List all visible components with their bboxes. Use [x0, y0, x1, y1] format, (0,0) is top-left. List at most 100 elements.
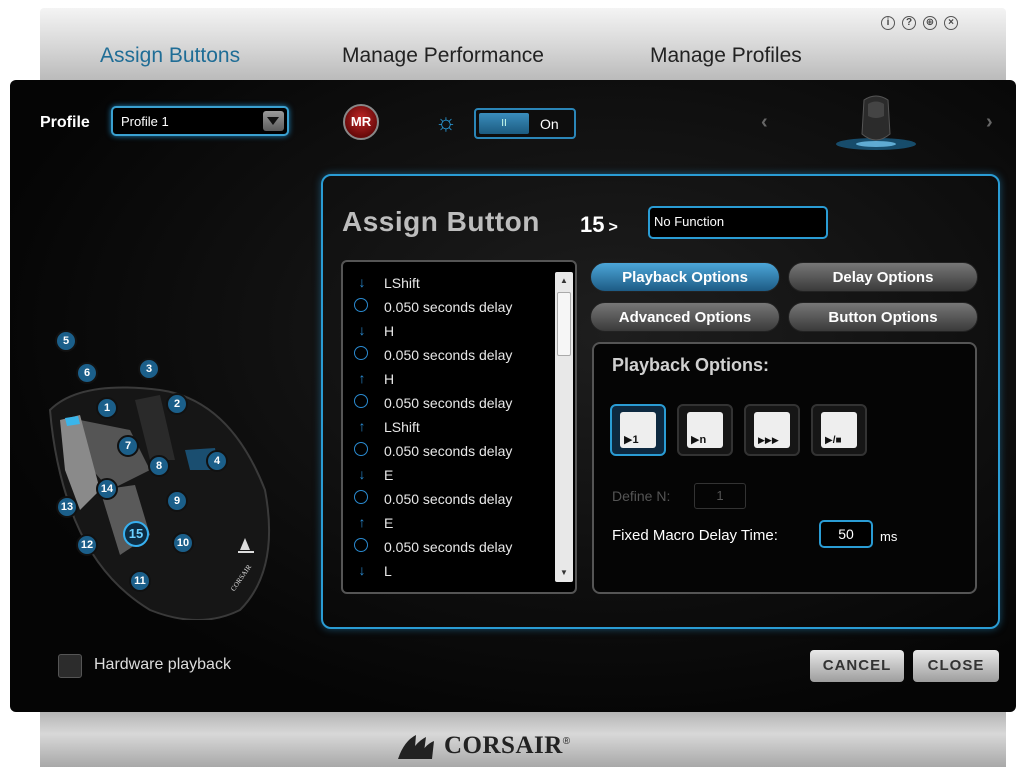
- macro-step-text: L: [384, 563, 392, 579]
- mouse-button-1[interactable]: 1: [96, 397, 118, 419]
- toggle-play-stop-label: ▶/■: [825, 435, 842, 446]
- list-item[interactable]: 0.050 seconds delay: [343, 536, 557, 560]
- profile-value: Profile 1: [121, 114, 169, 129]
- list-item[interactable]: 0.050 seconds delay: [343, 440, 557, 464]
- key-down-icon: ↓: [358, 274, 366, 290]
- mouse-button-3[interactable]: 3: [138, 358, 160, 380]
- mouse-button-14[interactable]: 14: [96, 478, 118, 500]
- list-item[interactable]: ↑ LShift: [343, 416, 557, 440]
- assign-function-value: No Function: [654, 214, 725, 229]
- list-item[interactable]: ↓ LShift: [343, 272, 557, 296]
- macro-list-scrollbar[interactable]: ▲ ▼: [555, 272, 573, 582]
- list-item[interactable]: 0.050 seconds delay: [343, 392, 557, 416]
- macro-step-list[interactable]: ↓ LShift 0.050 seconds delay ↓ H 0.050 s…: [341, 260, 577, 594]
- macro-step-text: 0.050 seconds delay: [384, 491, 513, 507]
- macro-record-button[interactable]: MR: [343, 104, 379, 140]
- toggle-play-stop-icon[interactable]: ▶/■: [811, 404, 867, 456]
- lighting-icon: ☼: [435, 109, 457, 136]
- define-n-label: Define N:: [612, 488, 671, 504]
- mouse-button-4[interactable]: 4: [206, 450, 228, 472]
- delay-options-button[interactable]: Delay Options: [788, 262, 978, 292]
- profile-dropdown[interactable]: Profile 1: [111, 106, 289, 136]
- close-button[interactable]: CLOSE: [913, 650, 999, 682]
- clock-icon: [354, 394, 368, 408]
- toggle-play-stop-glyph: ▶/■: [821, 412, 857, 448]
- assign-number-value: 15: [580, 212, 605, 237]
- mouse-button-2[interactable]: 2: [166, 393, 188, 415]
- macro-step-text: LShift: [384, 419, 420, 435]
- list-item[interactable]: 0.050 seconds delay: [343, 488, 557, 512]
- playback-options-button[interactable]: Playback Options: [590, 262, 780, 292]
- key-down-icon: ↓: [358, 322, 366, 338]
- assign-title: Assign Button: [342, 206, 540, 237]
- profile-label: Profile: [40, 114, 90, 131]
- mouse-button-10[interactable]: 10: [172, 532, 194, 554]
- repeat-while-held-icon[interactable]: ▶▶▶: [744, 404, 800, 456]
- corsair-logo: CORSAIR ®: [396, 728, 596, 764]
- playback-options-panel: [592, 342, 977, 594]
- mouse-button-9[interactable]: 9: [166, 490, 188, 512]
- list-item[interactable]: ↓ L: [343, 560, 557, 584]
- list-item[interactable]: 0.050 seconds delay: [343, 344, 557, 368]
- scroll-down-arrow-icon[interactable]: ▼: [555, 564, 573, 582]
- chevron-down-icon[interactable]: [263, 111, 284, 131]
- mouse-button-12[interactable]: 12: [76, 534, 98, 556]
- info-icon[interactable]: i: [881, 16, 895, 30]
- mouse-button-5[interactable]: 5: [55, 330, 77, 352]
- help-icon[interactable]: ?: [902, 16, 916, 30]
- playback-options-title: Playback Options:: [612, 355, 770, 375]
- mouse-button-13[interactable]: 13: [56, 496, 78, 518]
- play-n-times-icon[interactable]: ▶n: [677, 404, 733, 456]
- macro-step-text: 0.050 seconds delay: [384, 539, 513, 555]
- play-once-label: ▶1: [624, 434, 639, 446]
- macro-step-text: LShift: [384, 275, 420, 291]
- assign-function-field[interactable]: No Function: [648, 206, 828, 239]
- macro-step-text: E: [384, 467, 394, 483]
- hardware-playback-label: Hardware playback: [94, 656, 231, 673]
- close-icon[interactable]: ×: [944, 16, 958, 30]
- clock-icon: [354, 442, 368, 456]
- cancel-button[interactable]: CANCEL: [810, 650, 904, 682]
- define-n-field[interactable]: 1: [694, 483, 746, 509]
- list-item[interactable]: ↑ H: [343, 368, 557, 392]
- advanced-options-button[interactable]: Advanced Options: [590, 302, 780, 332]
- list-item[interactable]: 0.050 seconds delay: [343, 296, 557, 320]
- device-thumbnail: [832, 90, 920, 152]
- button-options-button[interactable]: Button Options: [788, 302, 978, 332]
- macro-step-text: 0.050 seconds delay: [384, 299, 513, 315]
- key-down-icon: ↓: [358, 562, 366, 578]
- top-navigation-bar: Assign Buttons Manage Performance Manage…: [40, 8, 1006, 82]
- toggle-label: On: [540, 116, 559, 132]
- tab-manage-profiles[interactable]: Manage Profiles: [650, 44, 802, 68]
- fixed-delay-field[interactable]: 50: [819, 520, 873, 548]
- play-once-glyph: ▶1: [620, 412, 656, 448]
- scroll-thumb[interactable]: [557, 292, 571, 356]
- mouse-button-7[interactable]: 7: [117, 435, 139, 457]
- hardware-playback-checkbox[interactable]: [58, 654, 82, 678]
- corsair-logo-text: CORSAIR: [444, 732, 563, 759]
- play-once-icon[interactable]: ▶1: [610, 404, 666, 456]
- tab-assign-buttons[interactable]: Assign Buttons: [100, 44, 240, 68]
- key-up-icon: ↑: [358, 370, 366, 386]
- lighting-toggle[interactable]: II On: [474, 108, 576, 139]
- mouse-button-11[interactable]: 11: [129, 570, 151, 592]
- toggle-knob[interactable]: II: [479, 113, 529, 134]
- clock-icon: [354, 538, 368, 552]
- mouse-button-6[interactable]: 6: [76, 362, 98, 384]
- key-up-icon: ↑: [358, 514, 366, 530]
- previous-device-button[interactable]: ‹: [761, 111, 768, 134]
- play-n-times-glyph: ▶n: [687, 412, 723, 448]
- tab-manage-performance[interactable]: Manage Performance: [342, 44, 544, 68]
- list-item[interactable]: ↓ H: [343, 320, 557, 344]
- list-item[interactable]: ↑ E: [343, 512, 557, 536]
- globe-icon[interactable]: ⊕: [923, 16, 937, 30]
- list-item[interactable]: ↓ E: [343, 464, 557, 488]
- mouse-button-15[interactable]: 15: [123, 521, 149, 547]
- next-device-button[interactable]: ›: [986, 111, 993, 134]
- play-n-times-label: ▶n: [691, 434, 707, 446]
- macro-step-text: 0.050 seconds delay: [384, 347, 513, 363]
- scroll-up-arrow-icon[interactable]: ▲: [555, 272, 573, 290]
- assign-button-number: 15 >: [580, 212, 618, 238]
- repeat-while-held-label: ▶▶▶: [758, 435, 779, 445]
- mouse-button-8[interactable]: 8: [148, 455, 170, 477]
